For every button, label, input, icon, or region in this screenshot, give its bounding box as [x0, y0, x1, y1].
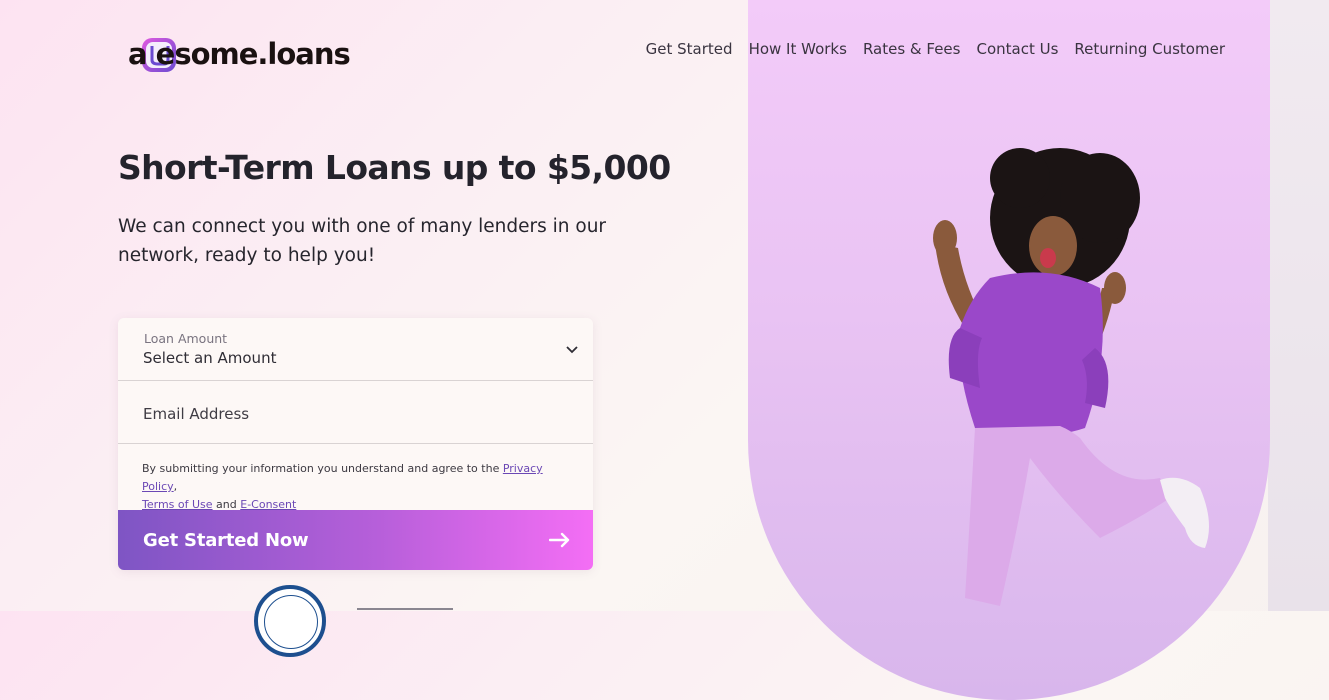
arrow-right-icon	[549, 532, 570, 548]
trust-badge-divider	[357, 608, 453, 610]
consent-disclaimer: By submitting your information you under…	[142, 460, 572, 514]
right-edge-background	[1268, 0, 1329, 611]
main-nav: Get Started How It Works Rates & Fees Co…	[646, 40, 1225, 58]
nav-item-get-started[interactable]: Get Started	[646, 40, 733, 58]
brand-logo[interactable]: a esome.loans	[128, 28, 351, 80]
email-field[interactable]: Email Address	[118, 381, 593, 444]
brand-wordmark: a esome.loans	[128, 37, 351, 71]
disclaimer-comma: ,	[173, 480, 178, 493]
loan-amount-value: Select an Amount	[143, 349, 277, 367]
disclaimer-text: By submitting your information you under…	[142, 462, 503, 475]
hero-person-image	[933, 148, 1209, 606]
trust-badge-ring	[264, 595, 318, 649]
hero-subtitle: We can connect you with one of many lend…	[118, 216, 607, 266]
nav-item-returning-customer[interactable]: Returning Customer	[1074, 40, 1225, 58]
loan-form: Loan Amount Select an Amount Email Addre…	[118, 318, 593, 570]
nav-item-how-it-works[interactable]: How It Works	[749, 40, 847, 58]
get-started-now-label: Get Started Now	[143, 529, 309, 551]
nav-item-contact-us[interactable]: Contact Us	[976, 40, 1058, 58]
loan-amount-label: Loan Amount	[144, 331, 228, 346]
chevron-down-icon	[566, 346, 578, 354]
email-placeholder: Email Address	[143, 405, 250, 423]
nav-item-rates-fees[interactable]: Rates & Fees	[863, 40, 961, 58]
loan-amount-select[interactable]: Loan Amount Select an Amount	[118, 318, 593, 381]
trust-badge	[254, 585, 326, 657]
get-started-now-button[interactable]: Get Started Now	[118, 510, 593, 570]
hero-title: Short-Term Loans up to $5,000	[118, 148, 671, 187]
